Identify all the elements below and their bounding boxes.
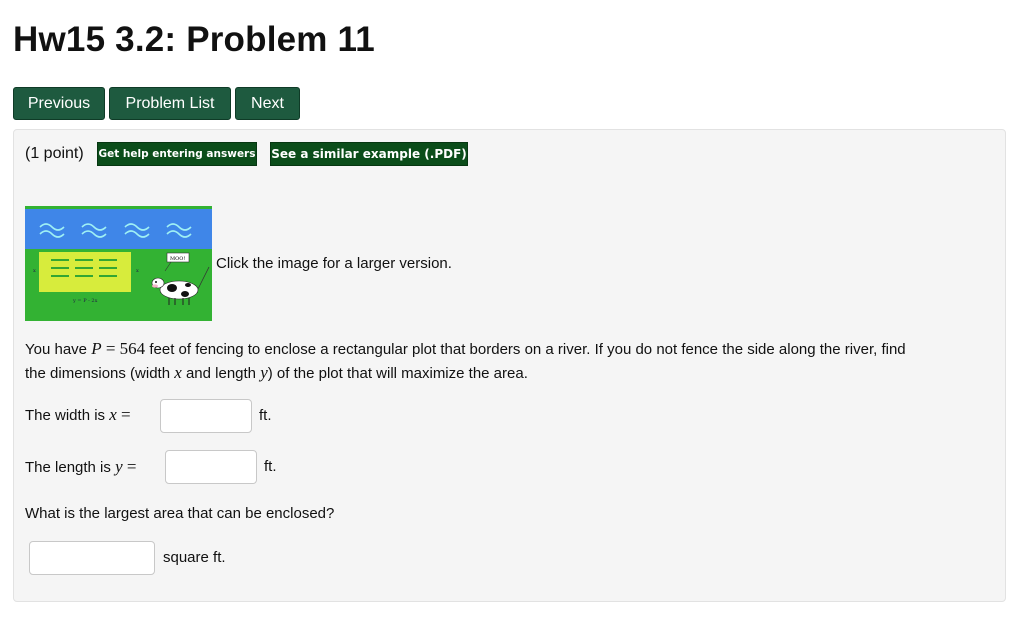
length-unit: ft. <box>264 458 277 475</box>
cow-speech-text: MOO! <box>170 256 185 262</box>
problem-panel: (1 point) Get help entering answers See … <box>13 129 1006 602</box>
statement-line2-c: ) of the plot that will maximize the are… <box>267 365 528 382</box>
problem-navigation: Previous Problem List Next <box>13 87 300 120</box>
length-label: The length is y = <box>25 455 136 479</box>
area-answer-input[interactable] <box>29 541 155 575</box>
problem-statement: You have P = 564 feet of fencing to encl… <box>25 337 906 385</box>
next-button[interactable]: Next <box>235 87 300 120</box>
page-title: Hw15 3.2: Problem 11 <box>13 20 375 59</box>
length-label-text: The length is <box>25 459 116 476</box>
width-label: The width is x = <box>25 403 131 427</box>
width-variable: x <box>109 405 117 424</box>
image-caption: Click the image for a larger version. <box>216 255 452 272</box>
equals-sign: = <box>101 339 120 358</box>
area-unit: square ft. <box>163 549 226 566</box>
variable-P: P <box>91 339 102 358</box>
problem-list-button[interactable]: Problem List <box>109 87 231 120</box>
variable-x: x <box>174 363 182 382</box>
image-side-label-right: x <box>136 268 139 274</box>
length-answer-input[interactable] <box>165 450 257 484</box>
statement-line2-a: the dimensions (width <box>25 365 175 382</box>
previous-button[interactable]: Previous <box>13 87 105 120</box>
similar-example-button[interactable]: See a similar example (.PDF) <box>270 142 468 166</box>
statement-line2-b: and length <box>181 365 261 382</box>
statement-line1: feet of fencing to enclose a rectangular… <box>145 341 906 358</box>
statement-prefix: You have <box>25 341 92 358</box>
image-equation-label: y = P - 2x <box>72 298 98 304</box>
points-label: (1 point) <box>25 145 84 162</box>
width-equals: = <box>116 405 131 424</box>
area-question: What is the largest area that can be enc… <box>25 505 335 522</box>
help-entering-answers-button[interactable]: Get help entering answers <box>97 142 257 166</box>
length-variable: y <box>115 457 123 476</box>
variable-y: y <box>260 363 268 382</box>
width-label-text: The width is <box>25 407 110 424</box>
image-side-label-left: x <box>33 268 36 274</box>
width-answer-input[interactable] <box>160 399 252 433</box>
width-unit: ft. <box>259 407 272 424</box>
problem-image[interactable]: x x y = P - 2x MOO! <box>25 206 212 321</box>
length-equals: = <box>122 457 137 476</box>
fencing-value: 564 <box>119 339 146 358</box>
